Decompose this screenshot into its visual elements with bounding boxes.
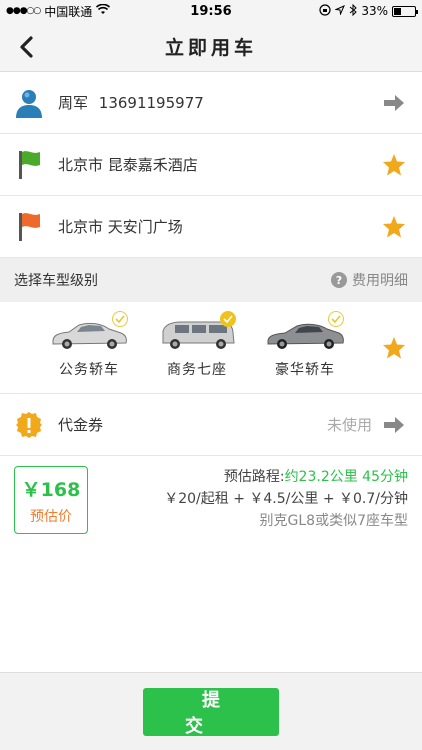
car-selection-row: 公务轿车 商务七座 豪华轿车 bbox=[0, 302, 422, 394]
arrow-right-icon[interactable] bbox=[380, 411, 408, 439]
status-right: 33% bbox=[276, 3, 418, 19]
battery-icon bbox=[391, 5, 418, 17]
estimate-info: 预估路程:约23.2公里 45分钟 ￥20/起租 + ￥4.5/公里 + ￥0.… bbox=[88, 466, 408, 530]
check-icon bbox=[112, 310, 128, 327]
check-icon bbox=[328, 310, 344, 327]
nav-bar: 立即用车 bbox=[0, 22, 422, 72]
fee-detail-label: 费用明细 bbox=[352, 273, 408, 289]
back-arrow-icon bbox=[20, 36, 33, 58]
bottom-bar: 提交 bbox=[0, 672, 422, 750]
wifi-icon bbox=[96, 3, 111, 18]
passenger-phone: 13691195977 bbox=[98, 94, 204, 112]
submit-button[interactable]: 提交 bbox=[143, 687, 279, 736]
estimate-section: ￥168 预估价 预估路程:约23.2公里 45分钟 ￥20/起租 + ￥4.5… bbox=[0, 456, 422, 540]
green-flag-icon bbox=[14, 150, 44, 180]
orange-flag-icon bbox=[14, 212, 44, 242]
location-icon bbox=[334, 4, 346, 18]
car-section-header: 选择车型级别 ? 费用明细 bbox=[0, 258, 422, 302]
status-left: ●●●○○ 中国联通 bbox=[6, 3, 146, 20]
arrow-right-icon[interactable] bbox=[380, 89, 408, 117]
car-label: 公务轿车 bbox=[59, 361, 119, 378]
check-icon bbox=[220, 310, 236, 327]
car-list: 公务轿车 商务七座 豪华轿车 bbox=[40, 310, 380, 379]
end-location-row[interactable]: 北京市 天安门广场 bbox=[0, 196, 422, 258]
car-section-title: 选择车型级别 bbox=[14, 273, 98, 289]
price-box: ￥168 预估价 bbox=[14, 466, 88, 534]
star-icon[interactable] bbox=[380, 334, 408, 362]
carrier-label: 中国联通 bbox=[44, 4, 93, 19]
car-option-sedan[interactable]: 公务轿车 bbox=[40, 310, 138, 379]
price-label: 预估价 bbox=[30, 508, 72, 525]
status-bar: ●●●○○ 中国联通 19:56 33% bbox=[0, 0, 422, 22]
end-location-text: 北京市 天安门广场 bbox=[58, 218, 183, 236]
car-label: 豪华轿车 bbox=[275, 361, 335, 378]
passenger-row[interactable]: 周军 13691195977 bbox=[0, 72, 422, 134]
rotation-lock-icon bbox=[319, 3, 331, 19]
route-label: 预估路程: bbox=[223, 469, 285, 485]
fee-detail-link[interactable]: ? 费用明细 bbox=[331, 270, 408, 290]
coupon-label: 代金券 bbox=[58, 416, 104, 434]
car-label: 商务七座 bbox=[167, 361, 227, 378]
car-model-line: 别克GL8或类似7座车型 bbox=[259, 513, 408, 529]
start-location-text: 北京市 昆泰嘉禾酒店 bbox=[58, 156, 198, 174]
exclamation-icon bbox=[14, 410, 44, 440]
page-title: 立即用车 bbox=[164, 37, 257, 59]
start-location-row[interactable]: 北京市 昆泰嘉禾酒店 bbox=[0, 134, 422, 196]
bluetooth-icon bbox=[349, 3, 358, 19]
car-option-van[interactable]: 商务七座 bbox=[148, 310, 246, 379]
signal-dots-icon: ●●●○○ bbox=[6, 6, 41, 16]
battery-level bbox=[393, 7, 401, 15]
back-button[interactable] bbox=[12, 32, 42, 62]
question-icon: ? bbox=[331, 272, 347, 288]
coupon-row[interactable]: 代金券 未使用 bbox=[0, 394, 422, 456]
route-value: 约23.2公里 45分钟 bbox=[284, 469, 408, 485]
car-option-luxury[interactable]: 豪华轿车 bbox=[256, 310, 354, 379]
battery-percent: 33% bbox=[361, 4, 388, 18]
coupon-status: 未使用 bbox=[326, 416, 372, 434]
passenger-info: 周军 13691195977 bbox=[58, 92, 380, 113]
star-icon[interactable] bbox=[380, 151, 408, 179]
star-icon[interactable] bbox=[380, 213, 408, 241]
passenger-name: 周军 bbox=[58, 94, 89, 112]
status-time: 19:56 bbox=[190, 3, 232, 19]
estimated-price: ￥168 bbox=[21, 478, 81, 501]
person-icon bbox=[14, 88, 44, 118]
route-line: 预估路程:约23.2公里 45分钟 bbox=[88, 466, 408, 488]
fare-line: ￥20/起租 + ￥4.5/公里 + ￥0.7/分钟 bbox=[164, 491, 408, 507]
